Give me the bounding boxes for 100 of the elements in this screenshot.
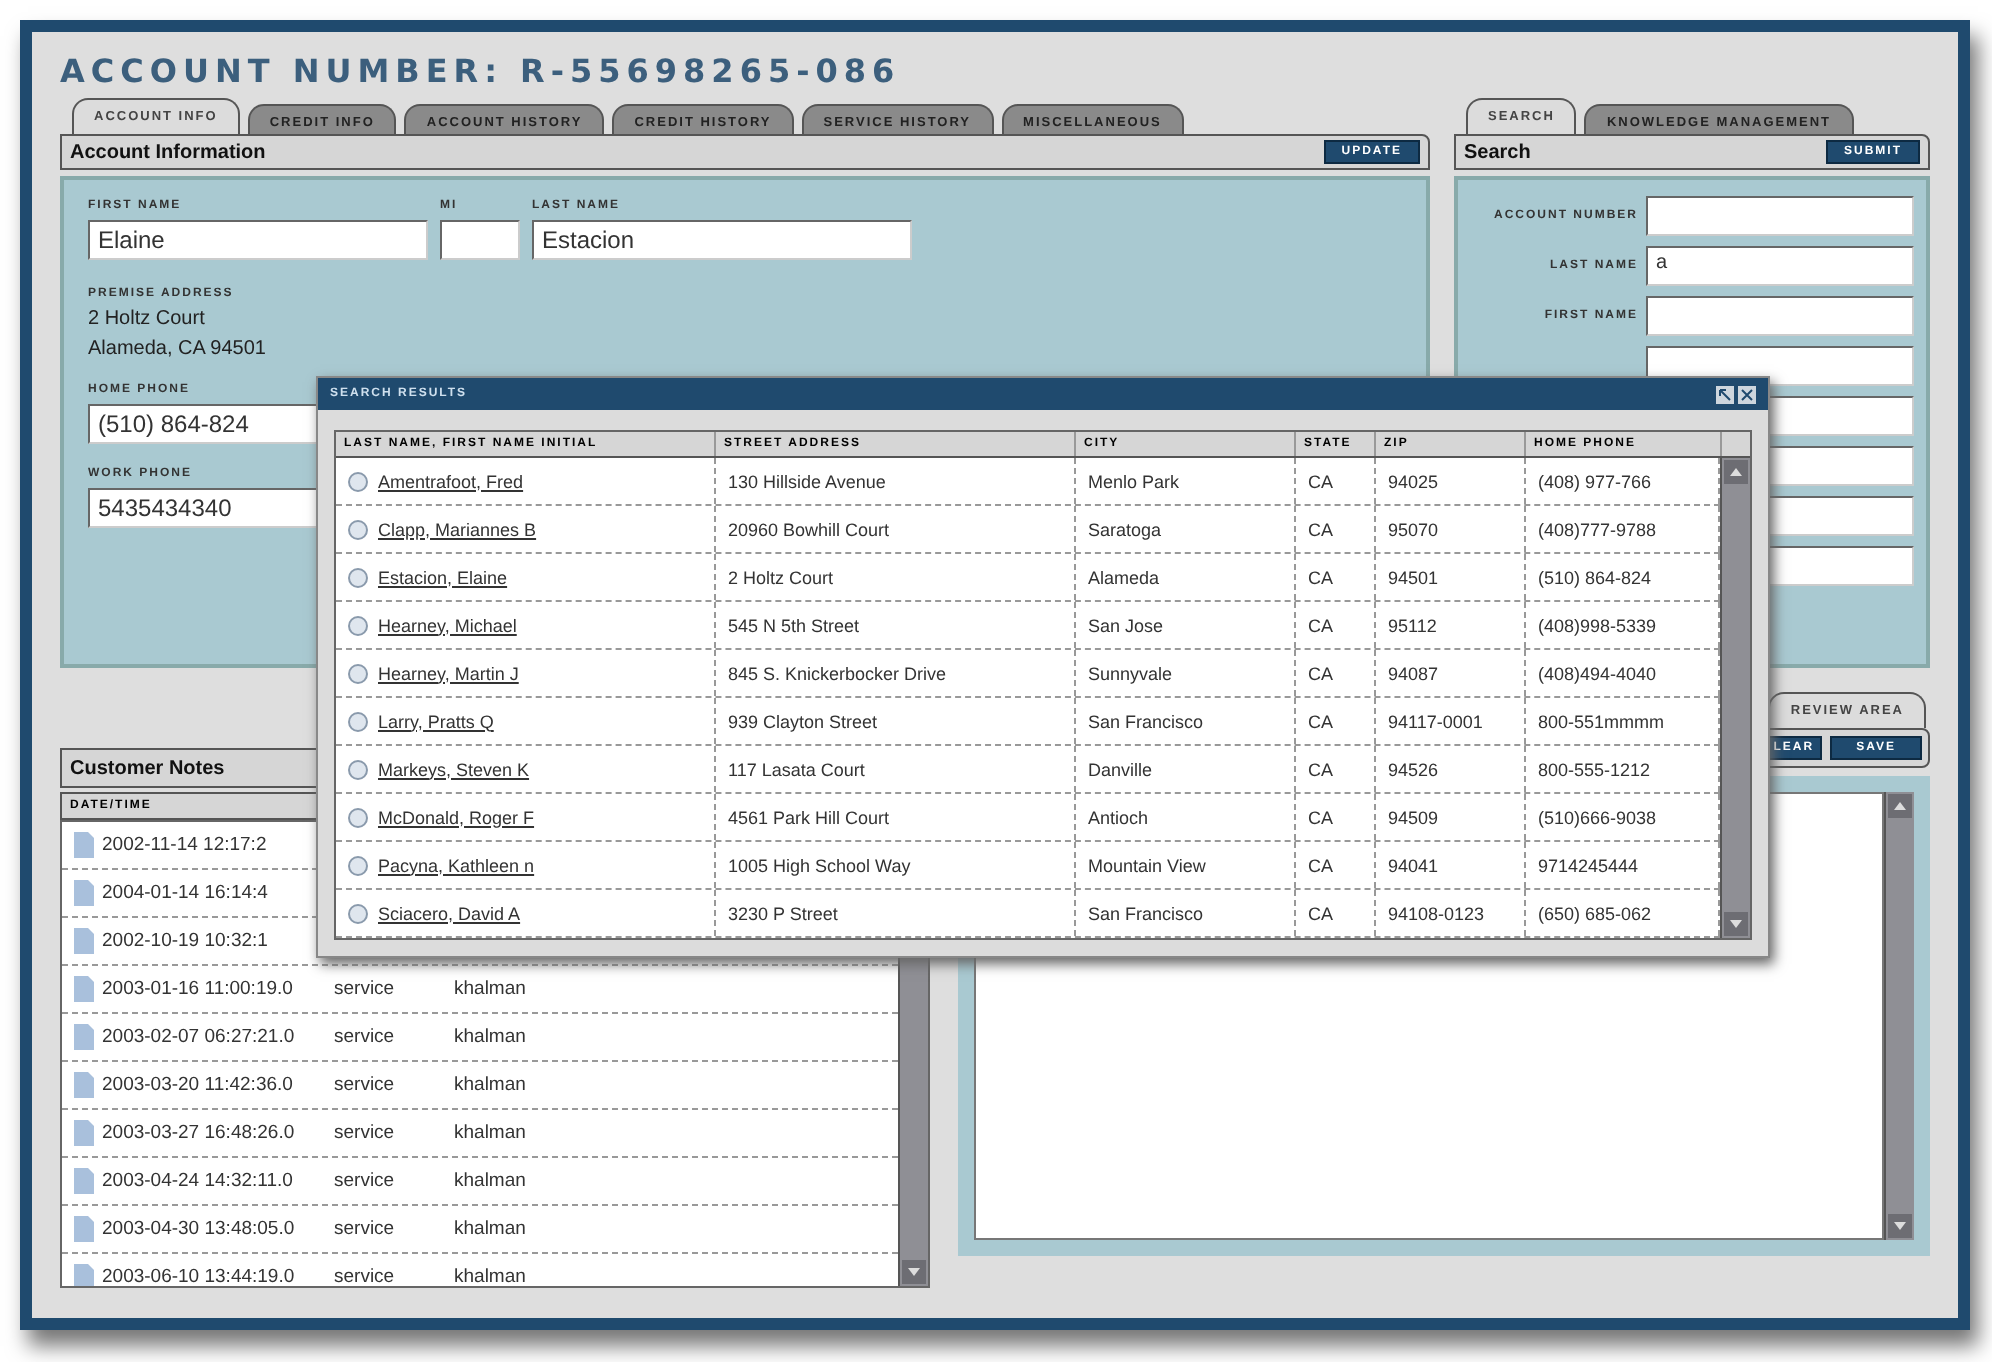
document-icon xyxy=(74,832,94,858)
table-cell: 939 Clayton Street xyxy=(716,698,1076,744)
table-cell-text: service xyxy=(334,1122,397,1144)
table-cell: CA xyxy=(1296,890,1376,936)
radio-button[interactable] xyxy=(348,807,368,827)
radio-button[interactable] xyxy=(348,711,368,731)
document-icon xyxy=(74,976,94,1002)
input-field[interactable]: (510) 864-824 xyxy=(88,404,318,444)
table-cell: 845 S. Knickerbocker Drive xyxy=(716,650,1076,696)
table-cell: 95112 xyxy=(1376,602,1526,648)
name-link[interactable]: Amentrafoot, Fred xyxy=(378,471,524,491)
radio-button[interactable] xyxy=(348,855,368,875)
scroll-up-icon[interactable] xyxy=(1724,460,1748,484)
panel-title: Account Information xyxy=(70,141,266,163)
name-link[interactable]: Larry, Pratts Q xyxy=(378,711,494,731)
table-cell-text: khalman xyxy=(454,1266,528,1286)
table-cell: CA xyxy=(1296,794,1376,840)
table-cell: 94041 xyxy=(1376,842,1526,888)
table-cell: 20960 Bowhill Court xyxy=(716,506,1076,552)
table-cell: 2003-03-27 16:48:26.0 xyxy=(74,1120,334,1146)
table-cell: Alameda xyxy=(1076,554,1296,600)
table-cell-text: service xyxy=(334,978,397,1000)
table-cell-text: khalman xyxy=(454,1170,528,1192)
scroll-up-icon[interactable] xyxy=(1888,794,1912,818)
radio-button[interactable] xyxy=(348,567,368,587)
table-cell: Sunnyvale xyxy=(1076,650,1296,696)
name-link[interactable]: Hearney, Michael xyxy=(378,615,517,635)
table-cell: 2003-03-20 11:42:36.0 xyxy=(74,1072,334,1098)
scroll-down-icon[interactable] xyxy=(1888,1214,1912,1238)
table-cell: 1005 High School Way xyxy=(716,842,1076,888)
table-cell: CA xyxy=(1296,458,1376,504)
address-line: 2 Holtz Court xyxy=(88,308,205,330)
table-cell: 2 Holtz Court xyxy=(716,554,1076,600)
table-cell: 117 Lasata Court xyxy=(716,746,1076,792)
document-icon xyxy=(74,1264,94,1286)
scrollbar[interactable] xyxy=(1884,792,1914,1240)
name-link[interactable]: Markeys, Steven K xyxy=(378,759,530,779)
table-cell: CA xyxy=(1296,554,1376,600)
input-field[interactable] xyxy=(1646,296,1914,336)
table-cell: CA xyxy=(1296,650,1376,696)
table-cell: 2003-01-16 11:00:19.0 xyxy=(74,976,334,1002)
table-cell: 95070 xyxy=(1376,506,1526,552)
table-cell: Menlo Park xyxy=(1076,458,1296,504)
name-link[interactable]: Hearney, Martin J xyxy=(378,663,519,683)
input-field[interactable]: Elaine xyxy=(88,220,428,260)
table-cell-text: service xyxy=(334,1170,397,1192)
radio-button[interactable] xyxy=(348,519,368,539)
name-link[interactable]: Estacion, Elaine xyxy=(378,567,508,587)
close-icon[interactable] xyxy=(1738,385,1756,403)
radio-button[interactable] xyxy=(348,759,368,779)
table-cell: CA xyxy=(1296,602,1376,648)
table-cell: Mountain View xyxy=(1076,842,1296,888)
table-cell: 130 Hillside Avenue xyxy=(716,458,1076,504)
table-cell: 545 N 5th Street xyxy=(716,602,1076,648)
scroll-down-icon[interactable] xyxy=(902,1260,926,1284)
table-cell-text: service xyxy=(334,1026,397,1048)
table-cell: 94526 xyxy=(1376,746,1526,792)
address-line: Alameda, CA 94501 xyxy=(88,338,266,360)
table-cell: 4561 Park Hill Court xyxy=(716,794,1076,840)
table-cell: CA xyxy=(1296,842,1376,888)
table-cell-text: khalman xyxy=(454,1074,528,1096)
table-cell: San Francisco xyxy=(1076,698,1296,744)
input-field[interactable]: a xyxy=(1646,246,1914,286)
table-cell: CA xyxy=(1296,746,1376,792)
radio-button[interactable] xyxy=(348,471,368,491)
table-cell: 94501 xyxy=(1376,554,1526,600)
panel-title: Customer Notes xyxy=(70,757,225,779)
table-cell: 2003-04-24 14:32:11.0 xyxy=(74,1168,334,1194)
table-cell: CA xyxy=(1296,698,1376,744)
input-field[interactable]: Estacion xyxy=(532,220,912,260)
table-cell: 94509 xyxy=(1376,794,1526,840)
radio-button[interactable] xyxy=(348,663,368,683)
table-cell-text: khalman xyxy=(454,978,528,1000)
name-link[interactable]: Pacyna, Kathleen n xyxy=(378,855,535,875)
input-field[interactable] xyxy=(440,220,520,260)
account-number-title: ACCOUNT NUMBER: R-55698265-086 xyxy=(60,52,903,90)
scrollbar[interactable] xyxy=(1720,458,1750,938)
table-cell: Saratoga xyxy=(1076,506,1296,552)
scroll-down-icon[interactable] xyxy=(1724,912,1748,936)
table-cell-text: service xyxy=(334,1266,397,1286)
table-cell: Danville xyxy=(1076,746,1296,792)
radio-button[interactable] xyxy=(348,615,368,635)
table-cell-text: service xyxy=(334,1074,397,1096)
table-cell: Antioch xyxy=(1076,794,1296,840)
table-cell: 2003-06-10 13:44:19.0 xyxy=(74,1264,334,1286)
table-cell-text: khalman xyxy=(454,1122,528,1144)
table-cell: 94108-0123 xyxy=(1376,890,1526,936)
document-icon xyxy=(74,1168,94,1194)
radio-button[interactable] xyxy=(348,903,368,923)
table-cell: 2003-04-30 13:48:05.0 xyxy=(74,1216,334,1242)
table-cell-text: khalman xyxy=(454,1218,528,1240)
input-field[interactable] xyxy=(1646,196,1914,236)
table-cell-text: service xyxy=(334,1218,397,1240)
name-link[interactable]: Clapp, Mariannes B xyxy=(378,519,537,539)
panel-title: Search xyxy=(1464,141,1531,163)
input-field[interactable]: 5435434340 xyxy=(88,488,318,528)
document-icon xyxy=(74,880,94,906)
document-icon xyxy=(74,1024,94,1050)
name-link[interactable]: Sciacero, David A xyxy=(378,903,521,923)
resize-icon[interactable] xyxy=(1716,385,1734,403)
